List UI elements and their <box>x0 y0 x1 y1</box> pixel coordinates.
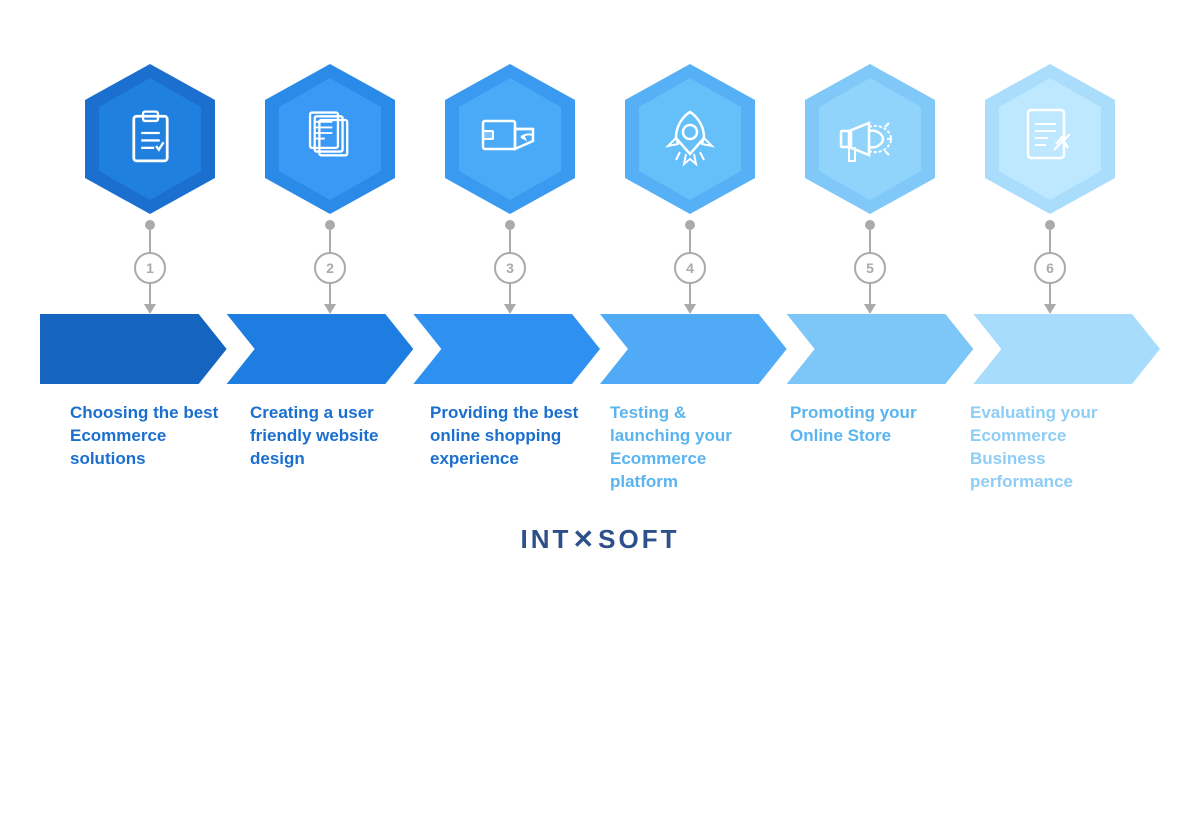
connector-line-bot-1 <box>149 284 151 304</box>
hex-wrapper-4 <box>621 60 759 218</box>
connector-1: 1 <box>134 220 166 314</box>
step-label-col-1: Choosing the best Ecommerce solutions <box>70 402 230 494</box>
hex-icon-3 <box>475 109 545 169</box>
step-number-1: 1 <box>134 252 166 284</box>
connector-dot-6 <box>1045 220 1055 230</box>
connector-arrow-4 <box>684 304 696 314</box>
connector-dot-3 <box>505 220 515 230</box>
labels-row: Choosing the best Ecommerce solutionsCre… <box>40 384 1160 494</box>
arrow-segment-6 <box>973 314 1160 384</box>
connector-line-bot-4 <box>689 284 691 304</box>
hex-wrapper-2 <box>261 60 399 218</box>
connector-arrow-6 <box>1044 304 1056 314</box>
connector-6: 6 <box>1034 220 1066 314</box>
connector-arrow-2 <box>324 304 336 314</box>
arrow-segment-5 <box>787 314 974 384</box>
arrow-segment-1 <box>40 314 227 384</box>
hex-wrapper-3 <box>441 60 579 218</box>
connector-dot-1 <box>145 220 155 230</box>
connector-line-bot-6 <box>1049 284 1051 304</box>
brand-logo: INT✕SOFT <box>520 524 679 555</box>
step-number-6: 6 <box>1034 252 1066 284</box>
hex-icon-2 <box>298 107 363 172</box>
connector-line-top-6 <box>1049 230 1051 252</box>
arrow-segment-4 <box>600 314 787 384</box>
arrow-bar <box>40 314 1160 384</box>
connector-line-bot-3 <box>509 284 511 304</box>
connector-line-top-1 <box>149 230 151 252</box>
step-number-3: 3 <box>494 252 526 284</box>
hex-icon-5 <box>835 109 905 169</box>
hex-icon-6 <box>1018 104 1083 174</box>
connector-dot-5 <box>865 220 875 230</box>
connector-arrow-1 <box>144 304 156 314</box>
connector-line-bot-5 <box>869 284 871 304</box>
step-icon-col-6: 6 <box>970 60 1130 314</box>
step-icon-col-3: 3 <box>430 60 590 314</box>
arrow-segment-2 <box>227 314 414 384</box>
step-icon-col-1: 1 <box>70 60 230 314</box>
arrow-bar-svg <box>40 314 1160 384</box>
connector-line-top-3 <box>509 230 511 252</box>
step-label-col-5: Promoting your Online Store <box>790 402 950 494</box>
step-icon-col-2: 2 <box>250 60 410 314</box>
step-label-col-2: Creating a user friendly website design <box>250 402 410 494</box>
step-label-col-6: Evaluating your Ecommerce Business perfo… <box>970 402 1130 494</box>
connector-line-bot-2 <box>329 284 331 304</box>
connector-5: 5 <box>854 220 886 314</box>
brand-x-letter: ✕ <box>572 524 597 555</box>
step-number-2: 2 <box>314 252 346 284</box>
hex-icon-1 <box>118 107 183 172</box>
connector-line-top-2 <box>329 230 331 252</box>
connector-line-top-5 <box>869 230 871 252</box>
hex-icon-4 <box>660 104 720 174</box>
step-number-5: 5 <box>854 252 886 284</box>
hex-wrapper-6 <box>981 60 1119 218</box>
step-icon-col-4: 4 <box>610 60 770 314</box>
icons-row: 1 <box>40 60 1160 314</box>
connector-arrow-3 <box>504 304 516 314</box>
step-label-col-3: Providing the best online shopping exper… <box>430 402 590 494</box>
steps-container: 1 <box>40 60 1160 494</box>
connector-3: 3 <box>494 220 526 314</box>
connector-4: 4 <box>674 220 706 314</box>
arrow-segment-3 <box>413 314 600 384</box>
hex-wrapper-5 <box>801 60 939 218</box>
connector-2: 2 <box>314 220 346 314</box>
connector-dot-2 <box>325 220 335 230</box>
connector-arrow-5 <box>864 304 876 314</box>
step-icon-col-5: 5 <box>790 60 950 314</box>
step-label-col-4: Testing & launching your Ecommerce platf… <box>610 402 770 494</box>
connector-dot-4 <box>685 220 695 230</box>
step-number-4: 4 <box>674 252 706 284</box>
connector-line-top-4 <box>689 230 691 252</box>
hex-wrapper-1 <box>81 60 219 218</box>
